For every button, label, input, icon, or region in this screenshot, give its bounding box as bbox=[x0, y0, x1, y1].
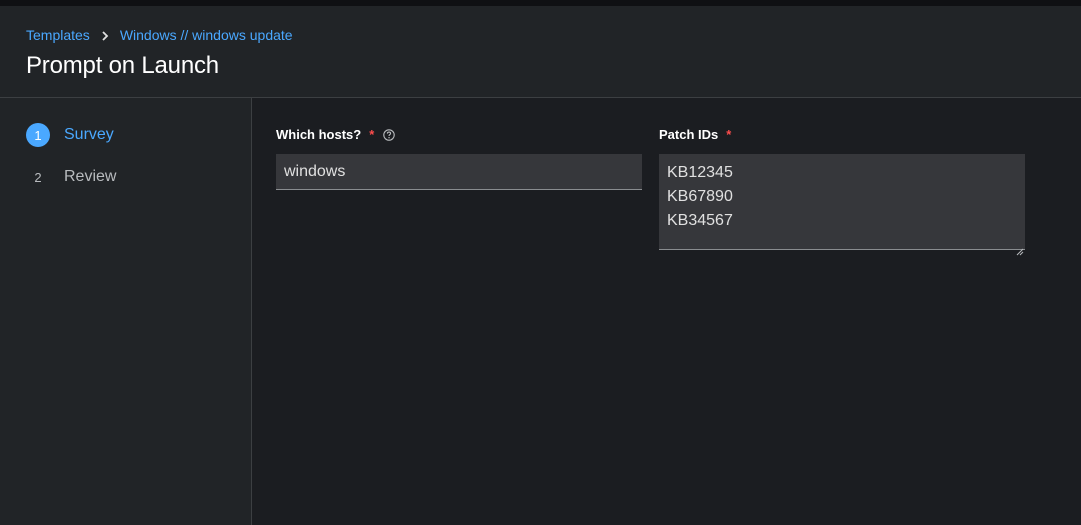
hosts-field-label: Which hosts? * bbox=[276, 127, 396, 142]
textarea-line: KB34567 bbox=[667, 212, 733, 229]
wizard-content: Which hosts? * windows Patch IDs * KB123… bbox=[252, 98, 1081, 525]
required-marker: * bbox=[726, 127, 732, 142]
step-number-badge: 1 bbox=[26, 123, 50, 147]
breadcrumb: Templates Windows // windows update bbox=[26, 27, 293, 43]
textarea-line: KB12345 bbox=[667, 164, 733, 181]
step-label: Survey bbox=[64, 126, 114, 143]
step-label: Review bbox=[64, 168, 117, 185]
textarea-line: KB67890 bbox=[667, 188, 733, 205]
patch-ids-label-text: Patch IDs bbox=[659, 127, 719, 142]
wizard-nav: 1 Survey 2 Review bbox=[0, 98, 252, 525]
page-title: Prompt on Launch bbox=[26, 52, 219, 79]
patch-ids-field-label: Patch IDs * bbox=[659, 127, 731, 142]
question-circle-icon[interactable] bbox=[383, 128, 396, 141]
resize-grip-icon[interactable] bbox=[1016, 240, 1024, 256]
breadcrumb-templates-link[interactable]: Templates bbox=[26, 27, 90, 43]
required-marker: * bbox=[369, 127, 375, 142]
page-header: Templates Windows // windows update Prom… bbox=[0, 6, 1081, 98]
hosts-label-text: Which hosts? bbox=[276, 127, 362, 142]
breadcrumb-template-link[interactable]: Windows // windows update bbox=[120, 27, 293, 43]
wizard-step-review[interactable]: 2 Review bbox=[26, 165, 116, 189]
hosts-input[interactable]: windows bbox=[276, 154, 642, 190]
wizard-step-survey[interactable]: 1 Survey bbox=[26, 123, 114, 147]
patch-ids-textarea[interactable]: KB12345 KB67890 KB34567 bbox=[659, 154, 1025, 256]
chevron-right-icon bbox=[90, 28, 120, 43]
step-number-badge: 2 bbox=[34, 169, 42, 185]
